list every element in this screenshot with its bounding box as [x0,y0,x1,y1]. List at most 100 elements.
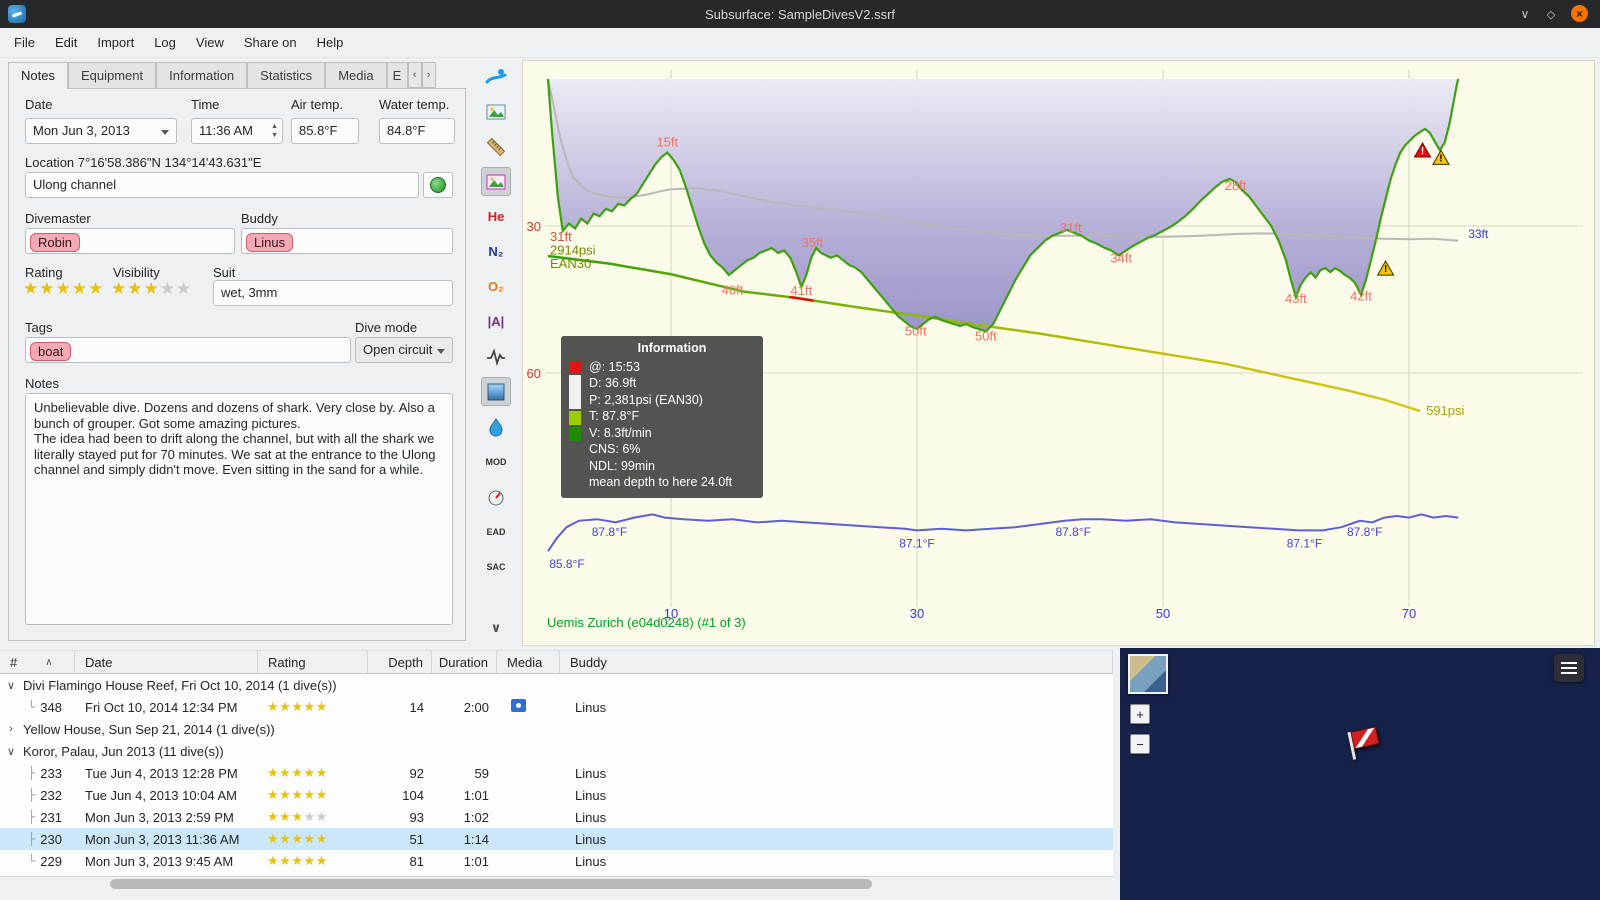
chevron-down-icon[interactable]: ∨ [6,679,16,692]
tab-statistics[interactable]: Statistics [247,62,326,88]
date-combobox[interactable]: Mon Jun 3, 2013 [25,118,177,144]
tag-chip[interactable]: boat [30,342,72,361]
toolbar-show-photos-icon[interactable] [481,167,511,196]
tab-scroll-left-button[interactable]: ‹ [407,62,422,88]
chevron-right-icon[interactable]: › [6,723,16,735]
toolbar-pp-o2-icon[interactable]: O₂ [481,272,511,301]
tab-equipment[interactable]: Equipment [67,62,157,88]
tab-scroll-right-button[interactable]: › [421,62,436,88]
dive-row-229[interactable]: └ 229 Mon Jun 3, 2013 9:45 AM ★★★★★ 81 1:01 Li… [0,850,1113,872]
map-menu-button[interactable] [1554,654,1584,682]
dive-rating-stars: ★★★★★ [267,699,328,714]
map-panel[interactable]: + − [1120,648,1600,900]
airtemp-field[interactable]: 85.8°F [291,118,359,144]
date-label: Date [25,97,53,112]
suit-field[interactable]: wet, 3mm [213,280,453,306]
spinner-arrows-icon[interactable]: ▲ ▼ [271,123,278,140]
menu-item-share-on[interactable]: Share on [234,31,307,54]
scrollbar-handle[interactable] [110,879,872,889]
minimap-overview[interactable] [1128,654,1168,694]
time-spinbox[interactable]: 11:36 AM ▲ ▼ [191,118,283,144]
info-box-title: Information [637,341,707,355]
buddy-field[interactable]: Linus [241,228,453,254]
svg-text:30: 30 [527,219,541,234]
maximize-button[interactable]: ◇ [1542,5,1560,23]
tab-information[interactable]: Information [156,62,248,88]
menu-item-edit[interactable]: Edit [45,31,87,54]
geolookup-button[interactable] [423,172,453,198]
dive-date: Mon Jun 3, 2013 11:36 AM [85,831,240,847]
column-header-date[interactable]: Date [75,651,258,673]
location-field[interactable]: Ulong channel [25,172,419,198]
tab-media[interactable]: Media [325,62,387,88]
column-header-duration[interactable]: Duration [432,651,497,673]
rating-stars[interactable]: ★★★★★ [23,279,104,299]
dive-buddy: Linus [575,765,607,781]
visibility-stars[interactable]: ★★★★★ [111,279,192,299]
map-zoom-in-button[interactable]: + [1130,704,1150,724]
toolbar-photos-icon[interactable] [481,97,511,126]
dive-number: └ 348 [28,699,62,715]
dive-row-232[interactable]: ├ 232 Tue Jun 4, 2013 10:04 AM ★★★★★ 104 1:01… [0,784,1113,806]
toolbar-ruler-icon[interactable] [481,132,511,161]
svg-text:43ft: 43ft [1285,291,1307,306]
buddy-chip[interactable]: Linus [246,233,294,252]
watertemp-field[interactable]: 84.8°F [379,118,455,144]
minimize-button[interactable]: ∨ [1516,5,1534,23]
dive-row-233[interactable]: ├ 233 Tue Jun 4, 2013 12:28 PM ★★★★★ 92 59 Lin… [0,762,1113,784]
toolbar-salinity-icon[interactable] [481,412,511,441]
toolbar-pp-graphs-icon[interactable]: |A| [481,307,511,336]
app-logo-icon [8,5,26,23]
toolbar-sac-icon[interactable]: SAC [481,552,511,581]
dive-row-231[interactable]: ├ 231 Mon Jun 3, 2013 2:59 PM ★★★★★ 93 1:02 Li… [0,806,1113,828]
tab-e[interactable]: E [386,62,408,88]
dive-profile-chart[interactable]: 30 60 10 30 50 70 15ft 40ft 35ft 41ft 50ft 50ft 31ft… [522,60,1595,646]
dive-row-348[interactable]: └ 348 Fri Oct 10, 2014 12:34 PM ★★★★★ 14 2:00… [0,696,1113,718]
column-header-depth[interactable]: Depth [368,651,432,673]
tags-field[interactable]: boat [25,337,351,363]
notes-textarea[interactable]: Unbelievable dive. Dozens and dozens of … [25,393,453,625]
toolbar-mod-icon[interactable]: MOD [481,447,511,476]
buddy-label: Buddy [241,211,278,226]
menu-item-help[interactable]: Help [307,31,354,54]
divemode-select[interactable]: Open circuit [355,337,453,363]
horizontal-scrollbar[interactable] [0,876,1113,891]
chevron-down-icon[interactable]: ∨ [6,745,16,758]
menu-item-import[interactable]: Import [87,31,144,54]
divemaster-chip[interactable]: Robin [30,233,80,252]
svg-text:Uemis Zurich (e04d0248) (#1 of: Uemis Zurich (e04d0248) (#1 of 3) [547,615,746,630]
toolbar-gauge-icon[interactable] [481,482,511,511]
toolbar-pp-he-icon[interactable]: He [481,202,511,231]
media-thumbnail-icon[interactable] [511,699,526,712]
map-zoom-out-button[interactable]: − [1130,734,1150,754]
dive-site-flag-marker[interactable] [1345,723,1385,763]
dive-row-230[interactable]: ├ 230 Mon Jun 3, 2013 11:36 AM ★★★★★ 51 1:14 L… [0,828,1113,850]
dive-buddy: Linus [575,809,607,825]
tab-notes[interactable]: Notes [8,62,68,89]
menu-item-log[interactable]: Log [144,31,186,54]
column-header-buddy[interactable]: Buddy [560,651,1113,673]
dive-rating-stars: ★★★★★ [267,831,328,846]
svg-text:40ft: 40ft [722,283,744,298]
column-header-rating[interactable]: Rating [258,651,368,673]
toolbar-scroll-down-icon[interactable]: ∨ [481,613,511,642]
globe-icon [430,177,446,193]
trip-row[interactable]: ∨ Koror, Palau, Jun 2013 (11 dive(s)) [0,740,1113,762]
watertemp-label: Water temp. [379,97,450,112]
column-header-num[interactable]: # ∧ [0,651,75,673]
toolbar-heart-rate-icon[interactable] [481,342,511,371]
column-header-media[interactable]: Media [497,651,560,673]
toolbar-ead-icon[interactable]: EAD [481,517,511,546]
toolbar-pp-n2-icon[interactable]: N₂ [481,237,511,266]
trip-row[interactable]: ∨ Divi Flamingo House Reef, Fri Oct 10, 2… [0,674,1113,696]
menu-item-file[interactable]: File [4,31,45,54]
dive-number: ├ 232 [28,787,62,803]
divemaster-field[interactable]: Robin [25,228,235,254]
close-button[interactable]: × [1571,5,1588,22]
toolbar-diver-icon[interactable] [481,62,511,91]
trip-row[interactable]: › Yellow House, Sun Sep 21, 2014 (1 dive(… [0,718,1113,740]
menu-item-view[interactable]: View [186,31,234,54]
toolbar-ceiling-icon[interactable] [481,377,511,406]
location-label: Location 7°16'58.386"N 134°14'43.631"E [25,155,262,170]
dive-rating-stars: ★★★★★ [267,809,328,824]
